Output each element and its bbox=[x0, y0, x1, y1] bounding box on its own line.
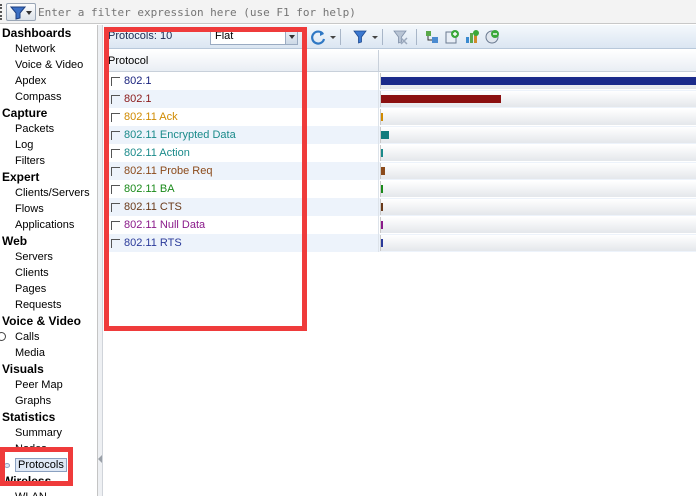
filter-bar bbox=[0, 0, 696, 24]
sidebar-item-graphs[interactable]: Graphs bbox=[0, 393, 97, 409]
refresh-icon[interactable] bbox=[310, 29, 326, 45]
sidebar-item-applications[interactable]: Applications bbox=[0, 217, 97, 233]
distribution-bar-fill bbox=[381, 239, 383, 247]
sidebar-item-label: WLAN bbox=[15, 491, 47, 496]
column-header-distribution[interactable] bbox=[380, 50, 696, 72]
funnel-icon bbox=[10, 6, 26, 20]
distribution-bar-track bbox=[380, 199, 696, 215]
annotation-highlight-protocols bbox=[0, 447, 73, 486]
collapse-arrow-icon[interactable] bbox=[98, 455, 102, 463]
sidebar-item-label: Graphs bbox=[15, 395, 52, 407]
settings-icon[interactable] bbox=[484, 29, 500, 45]
add-node-icon[interactable] bbox=[444, 29, 460, 45]
sidebar-item-label: Voice & Video bbox=[15, 59, 84, 71]
sidebar-item-label: Calls bbox=[15, 331, 40, 343]
sidebar-item-label: Log bbox=[15, 139, 34, 151]
distribution-bar-fill bbox=[381, 221, 383, 229]
sidebar-item-label: Media bbox=[15, 347, 45, 359]
distribution-bar-track bbox=[380, 91, 696, 107]
distribution-bar-track bbox=[380, 217, 696, 233]
sidebar-item-clients-servers[interactable]: Clients/Servers bbox=[0, 185, 97, 201]
distribution-bar-track bbox=[380, 73, 696, 89]
distribution-bar-fill bbox=[381, 131, 389, 139]
distribution-bar-track bbox=[380, 163, 696, 179]
sidebar-section-expert: Expert bbox=[2, 170, 40, 184]
sidebar-item-label: Pages bbox=[15, 283, 47, 295]
sidebar-item-compass[interactable]: Compass bbox=[0, 89, 97, 105]
sidebar-item-requests[interactable]: Requests bbox=[0, 297, 97, 313]
distribution-bar-fill bbox=[381, 113, 383, 121]
filter-menu-button[interactable] bbox=[6, 3, 36, 21]
sidebar-item-label: Servers bbox=[15, 251, 53, 263]
distribution-bar-fill bbox=[381, 95, 501, 103]
filter-expression-input[interactable] bbox=[38, 3, 688, 21]
tree-expand-icon[interactable] bbox=[424, 29, 440, 45]
sidebar-item-label: Applications bbox=[15, 219, 75, 231]
distribution-bar-fill bbox=[381, 149, 383, 157]
filter-icon[interactable] bbox=[352, 29, 368, 45]
navigation-sidebar: Dashboards Network Voice & Video Apdex Compa… bbox=[0, 25, 98, 496]
sidebar-item-network[interactable]: Network bbox=[0, 41, 97, 57]
sidebar-section-statistics: Statistics bbox=[2, 410, 56, 424]
sidebar-section-visuals: Visuals bbox=[2, 362, 44, 376]
chevron-down-icon bbox=[26, 11, 32, 15]
toolbar-separator bbox=[340, 29, 341, 45]
sidebar-item-filters[interactable]: Filters bbox=[0, 153, 97, 169]
toolbar-separator bbox=[382, 29, 383, 45]
distribution-bar-fill bbox=[381, 167, 385, 175]
sidebar-item-label: Apdex bbox=[15, 75, 47, 87]
sidebar-item-calls[interactable]: Calls bbox=[0, 329, 97, 345]
sidebar-item-packets[interactable]: Packets bbox=[0, 121, 97, 137]
sidebar-item-label: Clients/Servers bbox=[15, 187, 90, 199]
sidebar-item-label: Packets bbox=[15, 123, 55, 135]
annotation-highlight-table bbox=[104, 27, 307, 331]
toolbar-separator bbox=[416, 29, 417, 45]
sidebar-splitter[interactable] bbox=[98, 25, 103, 496]
distribution-bar-track bbox=[380, 235, 696, 251]
sidebar-item-label: Compass bbox=[15, 91, 62, 103]
sidebar-item-pages[interactable]: Pages bbox=[0, 281, 97, 297]
sidebar-item-wlan[interactable]: WLAN bbox=[0, 489, 97, 496]
sidebar-item-log[interactable]: Log bbox=[0, 137, 97, 153]
sidebar-section-voice-video: Voice & Video bbox=[2, 314, 81, 328]
sidebar-item-apdex[interactable]: Apdex bbox=[0, 73, 97, 89]
sidebar-item-label: Network bbox=[15, 43, 56, 55]
sidebar-item-peer-map[interactable]: Peer Map bbox=[0, 377, 97, 393]
sidebar-item-label: Requests bbox=[15, 299, 62, 311]
distribution-bar-track bbox=[380, 127, 696, 143]
sidebar-item-label: Filters bbox=[15, 155, 45, 167]
distribution-bar-track bbox=[380, 109, 696, 125]
distribution-bar-fill bbox=[381, 185, 383, 193]
sidebar-item-label: Clients bbox=[15, 267, 49, 279]
chart-icon[interactable] bbox=[464, 29, 480, 45]
filter-options-caret[interactable] bbox=[372, 36, 378, 39]
sidebar-item-label: Flows bbox=[15, 203, 44, 215]
sidebar-item-servers[interactable]: Servers bbox=[0, 249, 97, 265]
sidebar-section-web: Web bbox=[2, 234, 28, 248]
sidebar-item-clients[interactable]: Clients bbox=[0, 265, 97, 281]
distribution-bar-track bbox=[380, 145, 696, 161]
clear-filter-icon[interactable] bbox=[392, 29, 408, 45]
radio-icon bbox=[0, 332, 6, 341]
refresh-options-caret[interactable] bbox=[330, 36, 336, 39]
sidebar-item-media[interactable]: Media bbox=[0, 345, 97, 361]
sidebar-item-label: Peer Map bbox=[15, 379, 63, 391]
sidebar-section-capture: Capture bbox=[2, 106, 48, 120]
sidebar-item-flows[interactable]: Flows bbox=[0, 201, 97, 217]
distribution-bar-track bbox=[380, 181, 696, 197]
distribution-bar-fill bbox=[381, 77, 696, 85]
sidebar-section-dashboards: Dashboards bbox=[2, 26, 72, 40]
distribution-bar-fill bbox=[381, 203, 383, 211]
sidebar-item-label: Summary bbox=[15, 427, 63, 439]
sidebar-item-voice-video[interactable]: Voice & Video bbox=[0, 57, 97, 73]
window-edge bbox=[0, 4, 4, 20]
sidebar-item-summary[interactable]: Summary bbox=[0, 425, 97, 441]
